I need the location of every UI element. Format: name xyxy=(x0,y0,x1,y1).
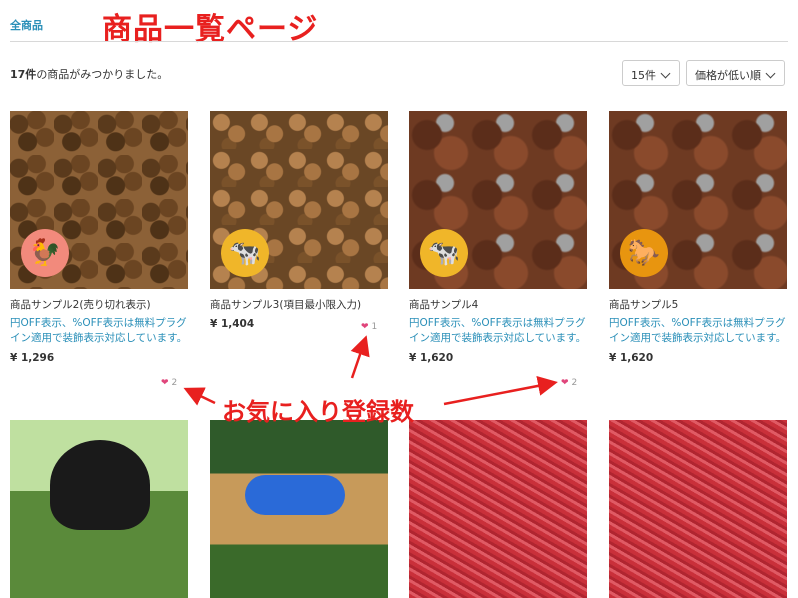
annotation-favorite-count: お気に入り登録数 xyxy=(222,398,414,426)
arrow xyxy=(443,376,558,406)
arrow xyxy=(350,335,370,379)
annotation-arrows xyxy=(183,335,558,406)
arrow xyxy=(183,387,216,406)
